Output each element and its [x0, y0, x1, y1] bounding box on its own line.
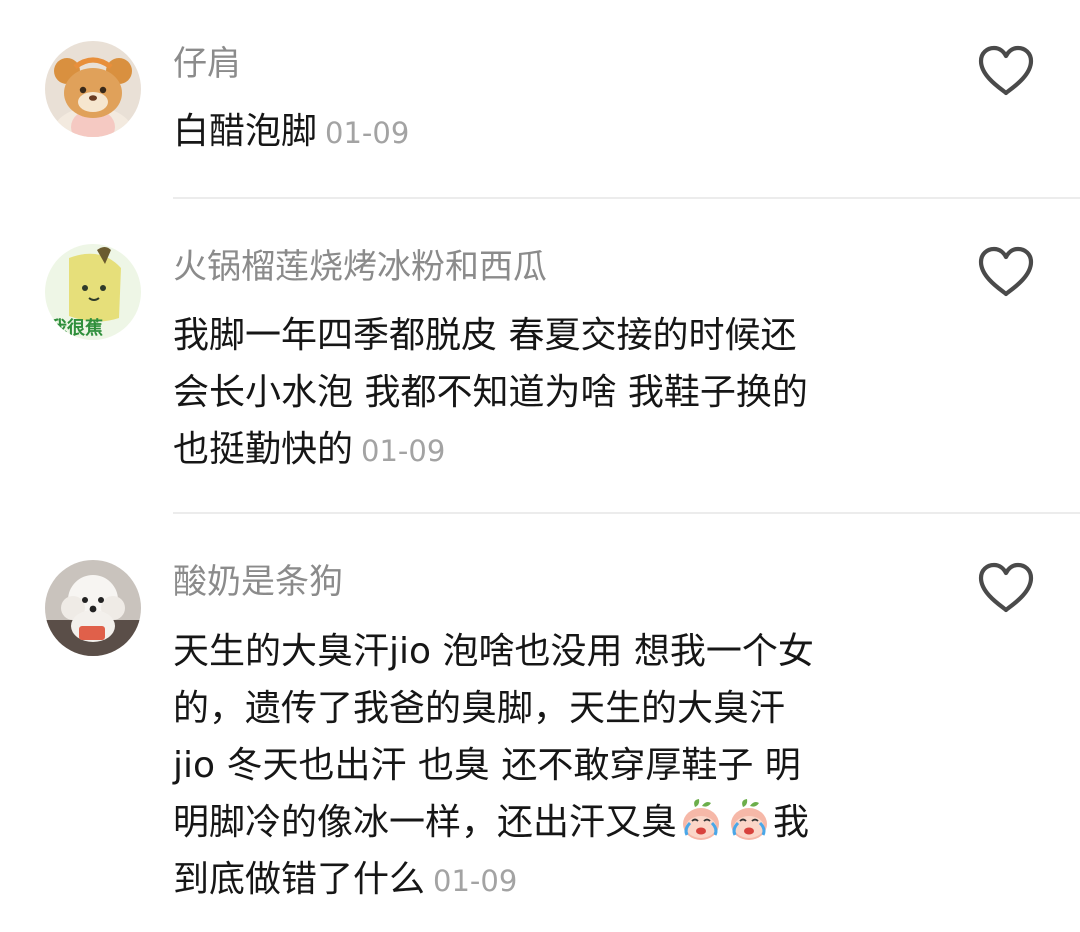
heart-outline-icon	[978, 562, 1034, 613]
heart-outline-icon	[978, 45, 1034, 96]
avatar[interactable]	[45, 560, 141, 656]
username[interactable]: 火锅榴莲烧烤冰粉和西瓜	[173, 247, 547, 287]
crying-peach-emoji-icon	[731, 799, 768, 840]
comment-item: 酸奶是条狗 天生的大臭汗jio 泡啥也没用 想我一个女 的，遗传了我爸的臭脚，天…	[0, 515, 1080, 932]
username[interactable]: 仔肩	[173, 44, 241, 84]
comment-date: 01-09	[325, 116, 410, 150]
bear-plush-icon	[45, 41, 141, 137]
divider	[173, 512, 1080, 514]
like-button[interactable]	[976, 561, 1036, 615]
comment-text: 白醋泡脚 01-09	[173, 103, 933, 162]
comment-line: 到底做错了什么	[173, 859, 426, 900]
heart-outline-icon	[978, 246, 1034, 297]
comment-line: 白醋泡脚	[173, 111, 318, 152]
like-button[interactable]	[976, 44, 1036, 98]
comment-line: 明脚冷的像冰一样，还出汗又臭	[173, 802, 678, 843]
comment-line: 天生的大臭汗jio 泡啥也没用 想我一个女	[173, 631, 814, 672]
comment-text: 天生的大臭汗jio 泡啥也没用 想我一个女 的，遗传了我爸的臭脚，天生的大臭汗 …	[173, 623, 933, 910]
comment-line: 我脚一年四季都脱皮 春夏交接的时候还	[173, 315, 797, 356]
avatar-text: 我很蕉	[49, 317, 103, 339]
comment-line: 会长小水泡 我都不知道为啥 我鞋子换的	[173, 372, 808, 413]
comment-date: 01-09	[361, 434, 446, 468]
comment-line: 也挺勤快的	[173, 429, 354, 470]
white-dog-icon	[45, 560, 141, 656]
comment-item: 仔肩 白醋泡脚 01-09	[0, 0, 1080, 199]
comment-line: jio 冬天也出汗 也臭 还不敢穿厚鞋子 明	[173, 745, 801, 786]
avatar[interactable]: 我很蕉	[45, 244, 141, 340]
comment-text: 我脚一年四季都脱皮 春夏交接的时候还 会长小水泡 我都不知道为啥 我鞋子换的 也…	[173, 307, 933, 480]
banana-avatar-icon: 我很蕉	[45, 244, 141, 340]
comment-date: 01-09	[433, 864, 518, 898]
like-button[interactable]	[976, 245, 1036, 299]
username[interactable]: 酸奶是条狗	[173, 562, 343, 602]
avatar[interactable]	[45, 41, 141, 137]
crying-peach-emoji-icon	[683, 799, 720, 840]
comment-line: 我	[773, 802, 810, 843]
comment-item: 我很蕉 火锅榴莲烧烤冰粉和西瓜 我脚一年四季都脱皮 春夏交接的时候还 会长小水泡…	[0, 199, 1080, 514]
comment-line: 的，遗传了我爸的臭脚，天生的大臭汗	[173, 688, 786, 729]
